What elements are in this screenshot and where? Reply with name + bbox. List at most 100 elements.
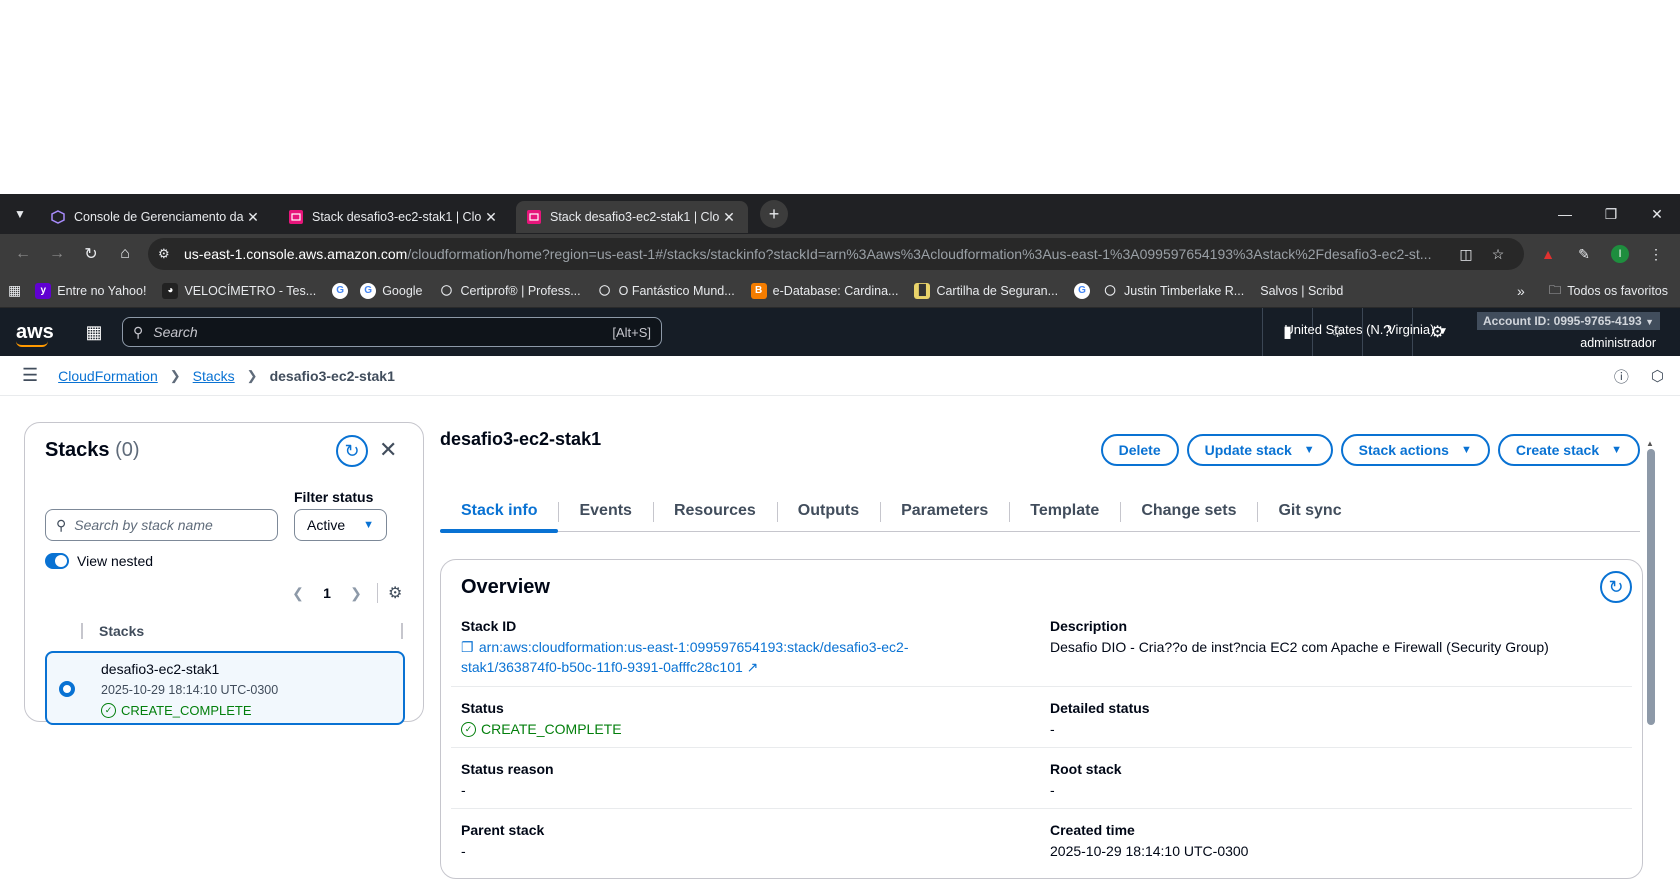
info-icon[interactable]: ⓘ xyxy=(1614,366,1629,387)
aws-logo[interactable]: aws xyxy=(16,321,56,347)
delete-button[interactable]: Delete xyxy=(1100,434,1179,466)
stack-row-selected[interactable]: desafio3-ec2-stak1 2025-10-29 18:14:10 U… xyxy=(45,651,405,725)
aws-search-input[interactable]: ⚲ Search [Alt+S] xyxy=(122,317,662,347)
more-bookmarks-icon[interactable]: » xyxy=(1517,283,1525,299)
bookmarks-bar: ▦ y Entre no Yahoo! ◕ VELOCÍMETRO - Tes...… xyxy=(0,274,1680,308)
divider xyxy=(451,686,1632,687)
status-reason-field: Status reason - xyxy=(461,761,554,798)
tab-outputs[interactable]: Outputs xyxy=(776,490,880,532)
close-window-icon[interactable]: ✕ xyxy=(1634,194,1680,234)
filter-status-select[interactable]: Active ▼ xyxy=(294,509,387,541)
tab-events[interactable]: Events xyxy=(558,490,652,532)
scrollbar[interactable]: ▲ xyxy=(1646,439,1656,870)
apps-grid-icon[interactable]: ▦ xyxy=(8,282,21,299)
caret-down-icon: ▼ xyxy=(363,519,374,531)
page-number[interactable]: 1 xyxy=(311,585,343,601)
close-tab-icon[interactable]: ✕ xyxy=(244,209,262,226)
new-tab-icon[interactable]: + xyxy=(760,200,788,228)
username[interactable]: administrador xyxy=(1580,336,1656,350)
region-selector[interactable]: United States (N. Virginia) ▼ xyxy=(1284,322,1448,337)
site-info-icon[interactable]: ⚙ xyxy=(158,246,184,262)
menu-hamburger-icon[interactable]: ☰ xyxy=(22,365,38,386)
services-grid-icon[interactable]: ▦ xyxy=(74,322,114,343)
translate-icon[interactable]: ◫ xyxy=(1450,246,1482,263)
breadcrumb-cloudformation[interactable]: CloudFormation xyxy=(58,368,158,384)
browser-menu-icon[interactable]: ⋮ xyxy=(1638,237,1674,271)
caret-down-icon: ▼ xyxy=(1611,444,1622,456)
bookmark-google-g[interactable]: G xyxy=(332,282,354,299)
bookmark-velocimetro[interactable]: ◕ VELOCÍMETRO - Tes... xyxy=(162,282,316,299)
divider xyxy=(451,747,1632,748)
browser-tab[interactable]: Console de Gerenciamento da AWS ✕ xyxy=(40,201,272,233)
close-icon[interactable]: ✕ xyxy=(379,437,397,463)
tab-change-sets[interactable]: Change sets xyxy=(1120,490,1257,532)
scroll-up-icon[interactable]: ▲ xyxy=(1646,439,1654,448)
tab-stack-info[interactable]: Stack info xyxy=(440,490,559,533)
copy-icon[interactable]: ❐ xyxy=(461,637,475,657)
next-page-icon[interactable]: ❯ xyxy=(343,585,369,602)
back-icon[interactable]: ← xyxy=(6,237,40,271)
aws-header: aws ▦ ⚲ Search [Alt+S] ▮ ♤ ? ⚙ United St… xyxy=(0,308,1680,356)
bookmark-yahoo[interactable]: y Entre no Yahoo! xyxy=(35,282,146,299)
create-stack-button[interactable]: Create stack ▼ xyxy=(1497,434,1640,466)
extensions-icon[interactable]: ✎ xyxy=(1566,237,1602,271)
bookmark-cartilha[interactable]: █ Cartilha de Seguran... xyxy=(914,282,1058,299)
google-icon: G xyxy=(332,282,349,299)
caret-down-icon: ▼ xyxy=(1303,444,1315,456)
tab-resources[interactable]: Resources xyxy=(652,490,777,532)
bookmark-google-g2[interactable]: G xyxy=(1074,282,1096,299)
tab-git-sync[interactable]: Git sync xyxy=(1257,490,1362,532)
url-path: /cloudformation/home?region=us-east-1#/s… xyxy=(407,246,1432,262)
bookmark-scribd[interactable]: Salvos | Scribd xyxy=(1260,284,1343,298)
radio-selected[interactable] xyxy=(59,681,75,697)
prev-page-icon[interactable]: ❮ xyxy=(285,585,311,602)
cloudformation-icon xyxy=(526,209,542,225)
browser-tab[interactable]: Stack desafio3-ec2-stak1 | CloudFormatio… xyxy=(278,201,510,233)
parent-stack-field: Parent stack - xyxy=(461,822,545,859)
preferences-gear-icon[interactable]: ⚙ xyxy=(377,583,402,603)
refresh-icon[interactable]: ↻ xyxy=(1600,571,1632,603)
address-bar[interactable]: ⚙ us-east-1.console.aws.amazon.com /clou… xyxy=(148,238,1524,270)
scrollbar-thumb[interactable] xyxy=(1647,449,1655,725)
pdf-extension-icon[interactable]: ▲ xyxy=(1530,237,1566,271)
detailed-status-field: Detailed status - xyxy=(1050,700,1150,737)
yahoo-icon: y xyxy=(35,282,52,299)
bookmark-edatabase[interactable]: Be-Database: Cardina... xyxy=(750,282,898,299)
all-bookmarks[interactable]: Todos os favoritos xyxy=(1567,284,1668,298)
close-tab-icon[interactable]: ✕ xyxy=(720,209,738,226)
restore-icon[interactable]: ❐ xyxy=(1588,194,1634,234)
tab-search-chevron-icon[interactable]: ▼ xyxy=(0,194,40,234)
stack-detail-tabs: Stack info Events Resources Outputs Para… xyxy=(440,490,1640,533)
toggle-switch[interactable] xyxy=(45,553,69,569)
bookmark-fantastico[interactable]: ◯ O Fantástico Mund... xyxy=(597,283,735,299)
bookmark-star-icon[interactable]: ☆ xyxy=(1482,246,1514,263)
google-icon: G xyxy=(360,282,377,299)
reload-icon[interactable]: ↻ xyxy=(74,237,108,271)
stack-actions-button[interactable]: Stack actions ▼ xyxy=(1340,434,1490,466)
account-id-badge[interactable]: Account ID: 0995-9765-4193 ▼ xyxy=(1476,312,1660,330)
tab-template[interactable]: Template xyxy=(1009,490,1120,532)
refresh-icon[interactable]: ↻ xyxy=(336,435,368,467)
stack-name: desafio3-ec2-stak1 xyxy=(101,661,220,677)
cloudformation-icon xyxy=(288,209,304,225)
home-icon[interactable]: ⌂ xyxy=(108,237,142,271)
tab-parameters[interactable]: Parameters xyxy=(880,490,1009,532)
close-tab-icon[interactable]: ✕ xyxy=(482,209,500,226)
blank-area xyxy=(0,0,1680,194)
external-link-icon[interactable]: ↗ xyxy=(747,659,759,675)
stack-search-input[interactable]: ⚲ Search by stack name xyxy=(45,509,278,541)
forward-icon[interactable]: → xyxy=(40,237,74,271)
stack-id-link[interactable]: ❐ arn:aws:cloudformation:us-east-1:09959… xyxy=(461,637,1021,677)
bookmark-google[interactable]: G Google xyxy=(360,282,423,299)
minimize-icon[interactable]: — xyxy=(1542,194,1588,234)
aws-console-icon xyxy=(50,209,66,225)
main-content: Stacks (0) ↻ ✕ Filter status ⚲ Search by… xyxy=(0,409,1680,879)
hexagon-icon[interactable]: ⬡ xyxy=(1651,367,1664,385)
breadcrumb-stacks[interactable]: Stacks xyxy=(193,368,235,384)
bookmark-certiprof[interactable]: ◯ Certiprof® | Profess... xyxy=(439,283,581,299)
update-stack-button[interactable]: Update stack ▼ xyxy=(1186,434,1333,466)
browser-tab-active[interactable]: Stack desafio3-ec2-stak1 | CloudFormatio… xyxy=(516,201,748,233)
profile-avatar[interactable]: I xyxy=(1602,237,1638,271)
view-nested-toggle[interactable]: View nested xyxy=(45,553,153,569)
bookmark-justin[interactable]: ◯ Justin Timberlake R... xyxy=(1102,283,1244,299)
